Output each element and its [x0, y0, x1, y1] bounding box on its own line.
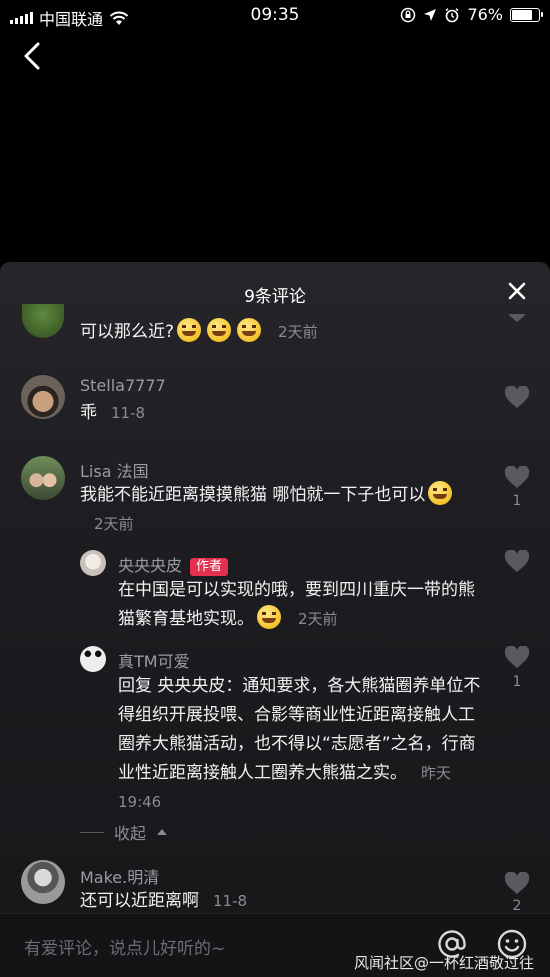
laughing-emoji-icon: [237, 318, 262, 342]
author-tag: 作者: [190, 558, 229, 576]
heart-icon[interactable]: [504, 646, 530, 670]
chevron-up-icon: [157, 829, 168, 835]
status-right: 76%: [400, 5, 543, 24]
like-count: 1: [512, 674, 522, 690]
battery-percent: 76%: [467, 5, 503, 24]
comment-sheet: 9条评论 可以那么近? 2天前 Stella7777 乖 11-8 Lisa 法国 …: [0, 262, 550, 977]
winking-emoji-icon: [257, 605, 281, 629]
avatar[interactable]: [21, 375, 65, 419]
comment-username[interactable]: Make.明清: [80, 864, 159, 888]
comment-count-title: 9条评论: [244, 287, 306, 307]
rotation-lock-icon: [401, 7, 416, 22]
comment-time: 2天前: [94, 515, 134, 533]
comment-time: 11-8: [111, 404, 146, 422]
reply-text: 回复 央央央皮：通知要求，各大熊猫圈养单位不得组织开展投喂、合影等商业性近距离接…: [118, 676, 481, 811]
back-button[interactable]: [18, 38, 48, 74]
watermark: 风闻社区@一杯红酒敬过往: [353, 954, 534, 972]
comment-text: 还可以近距离啊 11-8: [80, 891, 248, 911]
laughing-emoji-icon: [177, 318, 202, 342]
status-bar: 中国联通 09:35 76%: [0, 0, 550, 30]
comment-text: 我能不能近距离摸摸熊猫 哪怕就一下子也可以2天前: [80, 481, 478, 539]
comment-time: 2天前: [278, 323, 318, 341]
heart-icon[interactable]: [504, 872, 530, 896]
avatar[interactable]: [22, 304, 64, 338]
like-count: 1: [512, 493, 522, 509]
laughing-emoji-icon: [428, 481, 453, 505]
like-count: 2: [512, 898, 522, 914]
comment-time: 11-8: [213, 892, 248, 910]
reply-text: 在中国是可以实现的哦，要到四川重庆一带的熊猫繁育基地实现。 2天前: [118, 580, 475, 629]
comment-text: 可以那么近? 2天前: [80, 318, 460, 347]
comment-username[interactable]: Lisa 法国: [80, 458, 149, 482]
battery-fill: [512, 9, 532, 20]
avatar[interactable]: [21, 456, 65, 500]
laughing-emoji-icon: [207, 318, 232, 342]
comment-username[interactable]: Stella7777: [80, 376, 166, 395]
reply-username[interactable]: 真TM可爱: [118, 648, 190, 672]
collapse-replies-button[interactable]: 收起: [80, 820, 168, 844]
comment-input[interactable]: 有爱评论，说点儿好听的~: [24, 934, 225, 959]
heart-icon[interactable]: [504, 466, 530, 490]
comment-input-bar: 有爱评论，说点儿好听的~ 风闻社区@一杯红酒敬过往: [0, 913, 550, 977]
avatar[interactable]: [21, 860, 65, 904]
comment-text: 乖 11-8: [80, 403, 146, 423]
location-icon: [424, 8, 437, 21]
comment-time: 2天前: [298, 610, 338, 628]
battery-icon: [510, 7, 543, 22]
avatar[interactable]: [80, 550, 106, 576]
alarm-icon: [445, 7, 459, 22]
reply-username[interactable]: 央央央皮 作者: [118, 552, 229, 576]
heart-icon[interactable]: [504, 550, 530, 574]
avatar[interactable]: [80, 646, 106, 672]
collapse-label: 收起: [114, 824, 147, 843]
heart-icon[interactable]: [504, 386, 530, 410]
close-button[interactable]: [506, 280, 528, 302]
divider: [80, 831, 104, 833]
